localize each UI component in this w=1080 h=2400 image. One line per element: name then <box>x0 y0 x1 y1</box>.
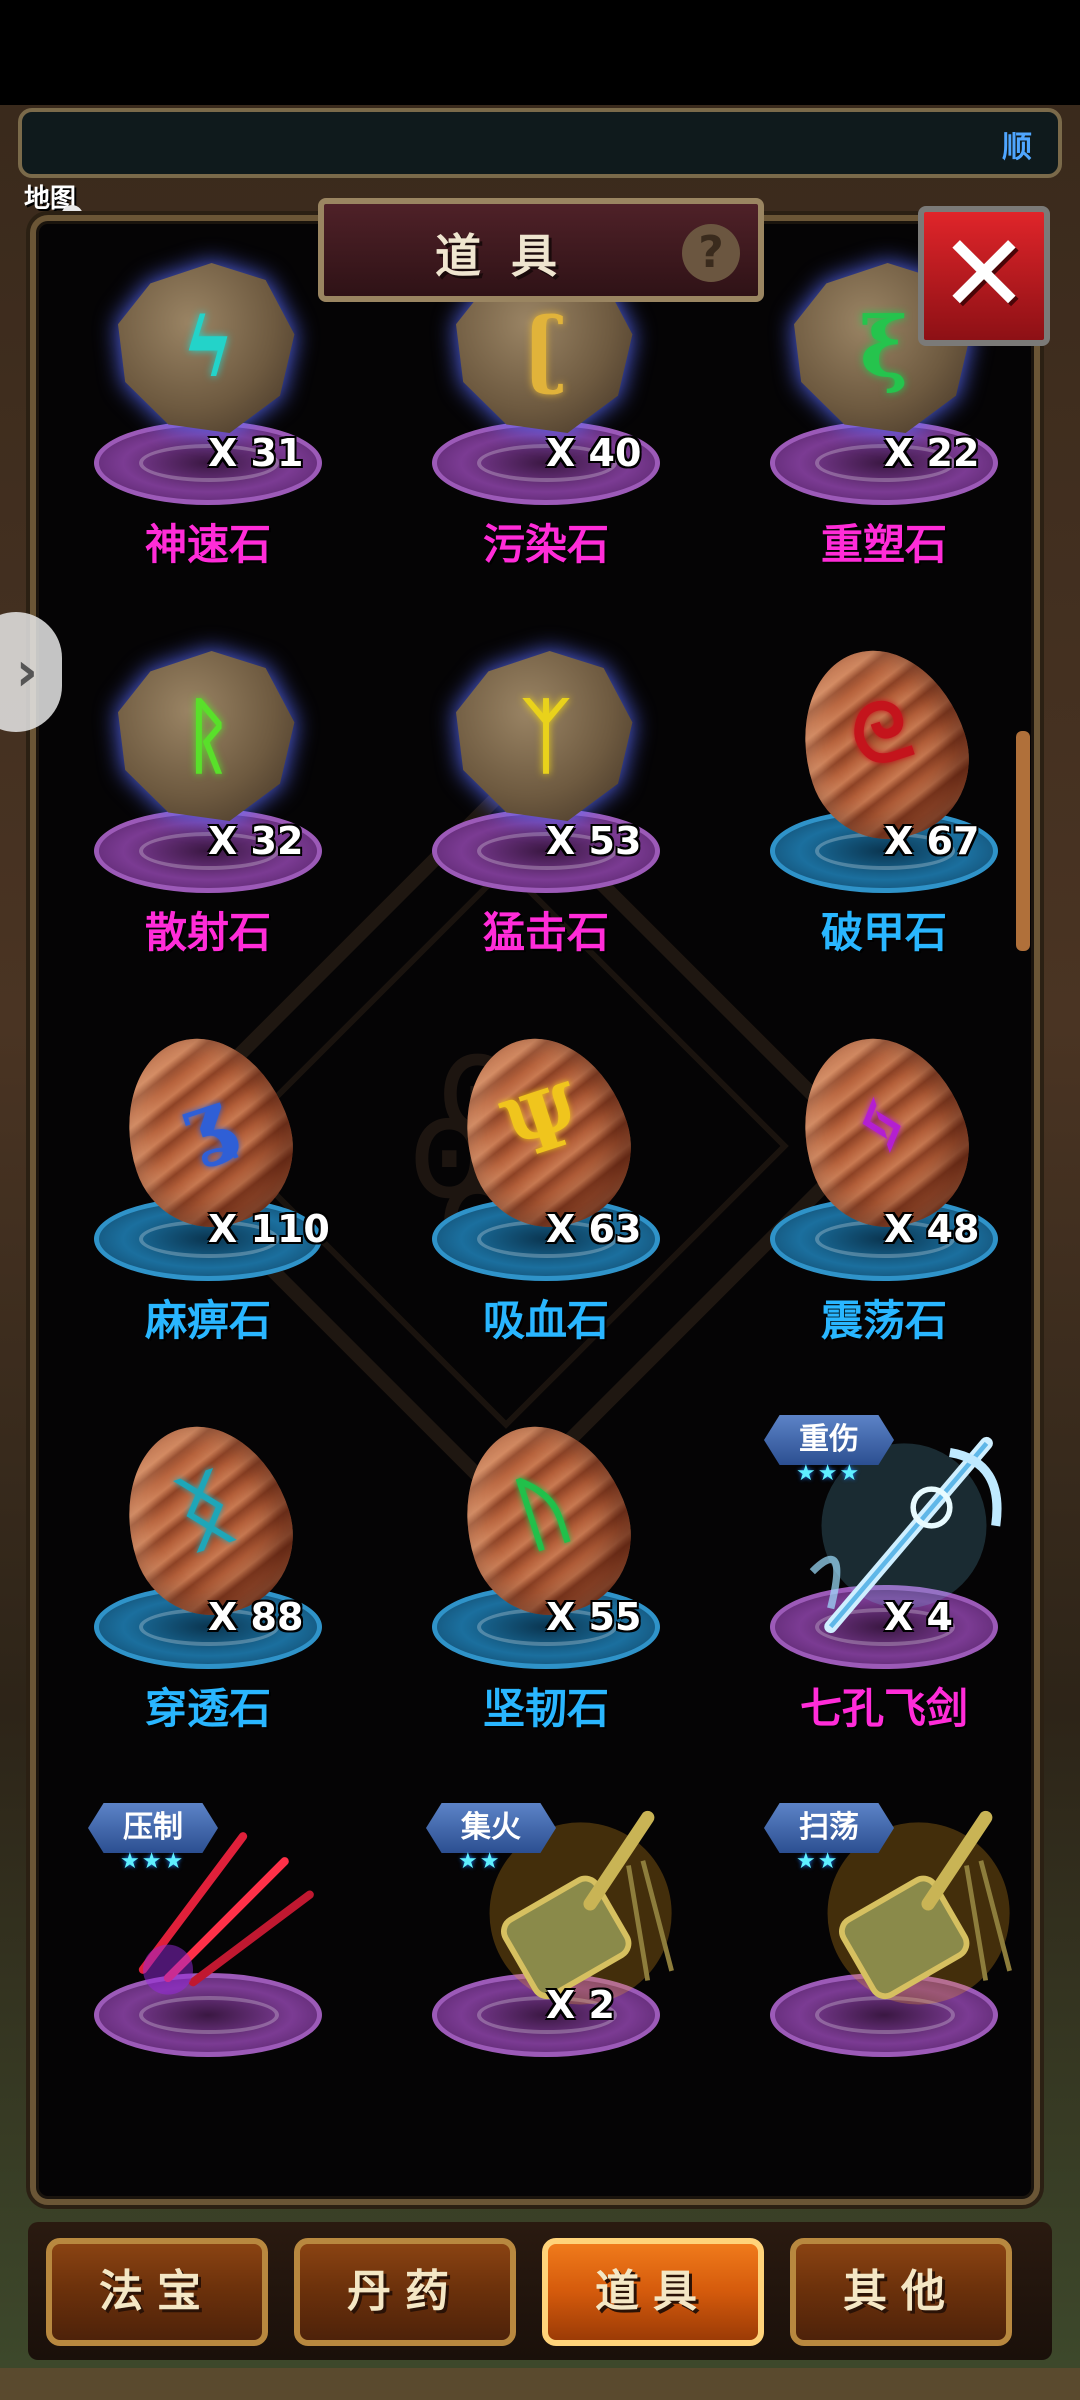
rune-glyph-icon: ʗ <box>523 300 569 396</box>
item-cell[interactable]: ᛃ X 48 震荡石 <box>734 1016 1034 1407</box>
item-cell[interactable]: ʗ X 40 污染石 <box>396 251 696 631</box>
item-cell[interactable]: Ψ X 63 吸血石 <box>396 1016 696 1407</box>
rune-glyph-icon: ʓ <box>167 1069 242 1176</box>
item-tag-badge: 集火 <box>426 1803 556 1853</box>
close-button[interactable]: ✕ <box>918 206 1050 346</box>
item-tag-badge: 压制 <box>88 1803 218 1853</box>
item-cell[interactable]: ʓ X 110 麻痹石 <box>58 1016 358 1407</box>
close-icon: ✕ <box>938 212 1030 337</box>
tab-danyao[interactable]: 丹药 <box>294 2238 516 2346</box>
item-tag-badge: 重伤 <box>764 1415 894 1465</box>
item-count: X 4 <box>884 1595 953 1639</box>
item-name: 散射石 <box>144 908 271 957</box>
item-cell[interactable]: ᛝ X 88 穿透石 <box>58 1404 358 1795</box>
rune-glyph-icon: ᛃ <box>842 1069 920 1176</box>
item-count: X 31 <box>208 431 304 475</box>
item-name: 七孔飞剑 <box>799 1684 968 1733</box>
quest-tracker-text: 顺 <box>1002 130 1032 165</box>
rune-glyph-icon: ϟ <box>180 300 236 396</box>
rune-glyph-icon: ᚢ <box>504 1457 582 1564</box>
bottom-tab-bar: 法宝 丹药 道具 其他 <box>28 2222 1052 2360</box>
item-count: X 110 <box>208 1207 330 1251</box>
item-name: 神速石 <box>144 520 271 569</box>
rune-stone-icon: ᚱ <box>118 651 298 821</box>
inventory-panel: ꙮ ϟX 31神速石ʗX 40污染石ξX 22重塑石ᚱX 32散射石ᛉX 53猛… <box>30 215 1040 2205</box>
item-name: 重塑石 <box>820 520 947 569</box>
page-title: 道具 <box>435 229 587 283</box>
star-rating: ★★ <box>458 1849 502 1874</box>
rune-stone-icon: ϟ <box>118 263 298 433</box>
item-cell[interactable]: 压制 ★★★ <box>58 1803 358 2183</box>
item-tag-badge: 扫荡 <box>764 1803 894 1853</box>
item-cell[interactable]: ᘓ X 67 破甲石 <box>734 628 1034 1019</box>
item-name: 穿透石 <box>144 1684 271 1733</box>
rune-glyph-icon: ᚱ <box>183 688 233 784</box>
item-count: X 55 <box>546 1595 642 1639</box>
star-rating: ★★★ <box>120 1849 186 1874</box>
item-cell[interactable]: ϟ X 31 神速石 <box>58 251 358 631</box>
rune-glyph-icon: Ψ <box>492 1065 594 1180</box>
item-cell[interactable]: 扫荡 ★★ <box>734 1803 1034 2183</box>
item-count: X 2 <box>546 1983 615 2027</box>
item-count: X 48 <box>884 1207 980 1251</box>
item-name: 吸血石 <box>482 1296 609 1345</box>
bottom-decor-strip <box>0 2368 1080 2400</box>
tab-fabao[interactable]: 法宝 <box>46 2238 268 2346</box>
item-count: X 53 <box>546 819 642 863</box>
item-name: 猛击石 <box>482 908 609 957</box>
item-cell[interactable]: 重伤 ★★★ X 4 七孔飞剑 <box>734 1415 1034 1795</box>
item-name: 麻痹石 <box>144 1296 271 1345</box>
item-count: X 22 <box>884 431 980 475</box>
item-name: 污染石 <box>482 520 609 569</box>
item-name: 震荡石 <box>820 1296 947 1345</box>
item-cell[interactable]: ᛉ X 53 猛击石 <box>396 639 696 1019</box>
item-count: X 32 <box>208 819 304 863</box>
chevron-right-icon: › <box>15 640 38 703</box>
item-cell[interactable]: ᚢ X 55 坚韧石 <box>396 1404 696 1795</box>
star-rating: ★★★ <box>796 1461 862 1486</box>
item-name: 坚韧石 <box>482 1684 609 1733</box>
item-count: X 67 <box>884 819 980 863</box>
rune-stone-icon: ᛉ <box>456 651 636 821</box>
item-name: 破甲石 <box>820 908 947 957</box>
item-cell[interactable]: 集火 ★★ X 2 <box>396 1803 696 2183</box>
item-count: X 88 <box>208 1595 304 1639</box>
item-count: X 63 <box>546 1207 642 1251</box>
help-icon[interactable]: ? <box>682 224 740 282</box>
item-cell[interactable]: ᚱ X 32 散射石 <box>58 639 358 1019</box>
title-plate: 道具 ? <box>318 198 764 302</box>
star-rating: ★★ <box>796 1849 840 1874</box>
tab-daoju[interactable]: 道具 <box>542 2238 764 2346</box>
rune-glyph-icon: ᛉ <box>521 688 571 784</box>
item-count: X 40 <box>546 431 642 475</box>
rune-glyph-icon: ᛝ <box>166 1457 244 1564</box>
rune-glyph-icon: ᘓ <box>838 679 924 790</box>
status-bar <box>0 0 1080 105</box>
tab-qita[interactable]: 其他 <box>790 2238 1012 2346</box>
quest-tracker-bar[interactable]: 顺 <box>18 108 1062 178</box>
